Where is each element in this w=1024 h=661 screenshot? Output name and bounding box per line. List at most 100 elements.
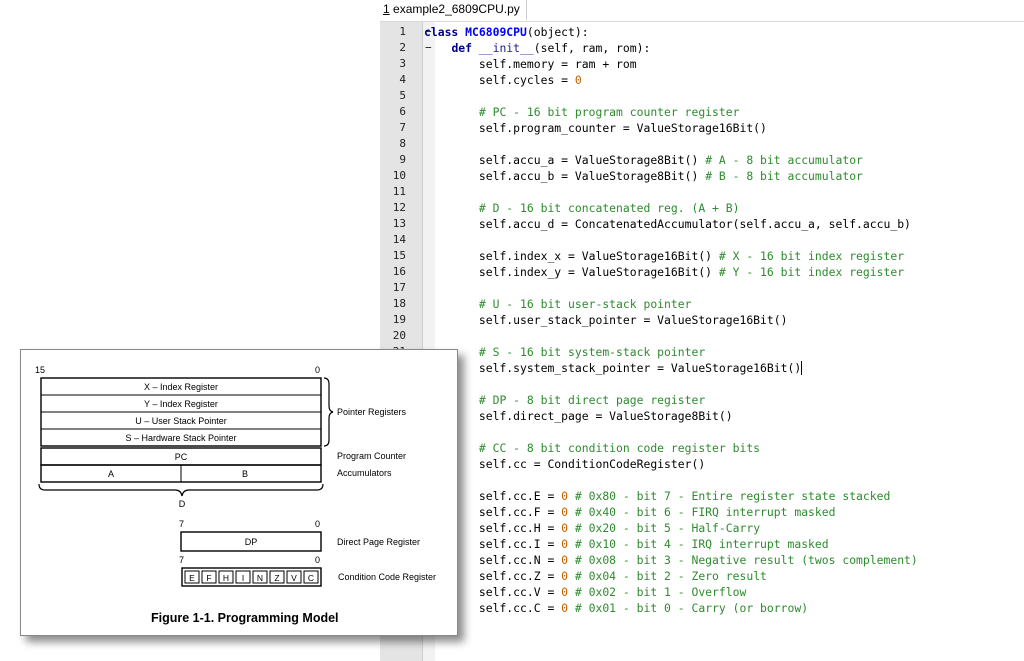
cc-bit-i: I <box>242 573 244 583</box>
code-line-1: class MC6809CPU(object): <box>424 24 589 40</box>
code-line-flag-e: self.cc.E = 0 # 0x80 - bit 7 - Entire re… <box>424 488 890 504</box>
code-line-flag-i: self.cc.I = 0 # 0x10 - bit 4 - IRQ inter… <box>424 536 829 552</box>
line-number: 6 <box>399 105 406 118</box>
code-text: (object): <box>526 25 589 39</box>
pointer-registers-label: Pointer Registers <box>337 407 407 417</box>
programming-model-figure: 15 0 X – Index Register Y – Index Regist… <box>20 349 458 636</box>
file-tab[interactable]: 1 example2_6809CPU.py <box>380 0 527 20</box>
accumulator-a: A <box>108 469 114 479</box>
code-text: self.cc = ConditionCodeRegister() <box>478 457 706 471</box>
cc-bit-e: E <box>189 573 195 583</box>
cc-bit-c: C <box>308 573 314 583</box>
cc-bit-v: V <box>291 573 297 583</box>
code-line-12: # D - 16 bit concatenated reg. (A + B) <box>424 200 740 216</box>
code-line-flag-h: self.cc.H = 0 # 0x20 - bit 5 - Half-Carr… <box>424 520 760 536</box>
cc-bit-boxes <box>181 567 322 587</box>
class-name: MC6809CPU <box>465 25 527 39</box>
line-number: 4 <box>399 73 406 86</box>
code-text: self.accu_a = ValueStorage8Bit() <box>478 153 706 167</box>
number-literal: 0 <box>561 489 569 503</box>
code-text: self.cc.I = <box>478 537 562 551</box>
code-text: self.cc.V = <box>478 585 562 599</box>
accumulator-b: B <box>242 469 248 479</box>
program-counter-label: Program Counter <box>337 451 406 461</box>
code-line-6: # PC - 16 bit program counter register <box>424 104 740 120</box>
function-name: __init__ <box>478 41 534 55</box>
comment: # B - 8 bit accumulator <box>705 169 863 183</box>
line-number: 7 <box>399 121 406 134</box>
code-line-22: self.system_stack_pointer = ValueStorage… <box>424 360 803 376</box>
code-text: self.direct_page = ValueStorage8Bit() <box>478 409 733 423</box>
code-line-18: # U - 16 bit user-stack pointer <box>424 296 692 312</box>
code-text: self.accu_b = ValueStorage8Bit() <box>478 169 706 183</box>
comment: # U - 16 bit user-stack pointer <box>478 297 692 311</box>
code-text: self.cc.E = <box>478 489 562 503</box>
code-line-7: self.program_counter = ValueStorage16Bit… <box>424 120 767 136</box>
code-line-27: # CC - 8 bit condition code register bit… <box>424 440 760 456</box>
code-text: self.cc.C = <box>478 601 562 615</box>
line-number: 13 <box>392 217 406 230</box>
code-text: (self, ram, rom): <box>533 41 651 55</box>
register-s: S – Hardware Stack Pointer <box>125 433 236 443</box>
comment: # 0x01 - bit 0 - Carry (or borrow) <box>568 601 809 615</box>
dp-bit-7-label: 7 <box>179 519 184 529</box>
keyword: def <box>451 41 473 55</box>
code-line-2: def __init__(self, ram, rom): <box>424 40 650 56</box>
line-number: 15 <box>392 249 406 262</box>
code-editor[interactable]: − − class MC6809CPU(object): def __init_… <box>380 22 1024 661</box>
tab-filename: example2_6809CPU.py <box>393 2 520 16</box>
condition-code-label: Condition Code Register <box>338 572 436 582</box>
number-literal: 0 <box>561 569 569 583</box>
comment: # CC - 8 bit condition code register bit… <box>478 441 761 455</box>
cc-bit-f: F <box>206 573 211 583</box>
figure-caption: Figure 1-1. Programming Model <box>151 611 339 625</box>
code-text: self.cc.F = <box>478 505 562 519</box>
cc-bit-h: H <box>223 573 229 583</box>
comment: # 0x80 - bit 7 - Entire register state s… <box>568 489 891 503</box>
code-line-flag-c: self.cc.C = 0 # 0x01 - bit 0 - Carry (or… <box>424 600 808 616</box>
code-line-19: self.user_stack_pointer = ValueStorage16… <box>424 312 788 328</box>
comment: # 0x20 - bit 5 - Half-Carry <box>568 521 761 535</box>
pc-register: PC <box>175 452 188 462</box>
code-text: self.user_stack_pointer = ValueStorage16… <box>478 313 788 327</box>
comment: # PC - 16 bit program counter register <box>478 105 740 119</box>
line-number: 14 <box>392 233 406 246</box>
code-line-flag-z: self.cc.Z = 0 # 0x04 - bit 2 - Zero resu… <box>424 568 767 584</box>
line-number: 19 <box>392 313 406 326</box>
number-literal: 0 <box>561 537 569 551</box>
number-literal: 0 <box>574 73 582 87</box>
register-x: X – Index Register <box>144 382 218 392</box>
dp-bit-0-label: 0 <box>315 519 320 529</box>
line-number: 3 <box>399 57 406 70</box>
code-text: self.program_counter = ValueStorage16Bit… <box>478 121 767 135</box>
register-y: Y – Index Register <box>144 399 218 409</box>
line-number: 20 <box>392 329 406 342</box>
bit-15-label: 15 <box>35 365 45 375</box>
line-number: 5 <box>399 89 406 102</box>
code-line-flag-v: self.cc.V = 0 # 0x02 - bit 1 - Overflow <box>424 584 746 600</box>
line-number: 8 <box>399 137 406 150</box>
tab-bar: 1 example2_6809CPU.py <box>380 0 1024 22</box>
line-number: 2 <box>399 41 406 54</box>
pointer-brace <box>323 377 334 447</box>
code-line-15: self.index_x = ValueStorage16Bit() # X -… <box>424 248 904 264</box>
code-line-13: self.accu_d = ConcatenatedAccumulator(se… <box>424 216 911 232</box>
code-text: self.memory = ram + rom <box>478 57 637 71</box>
dp-register: DP <box>245 537 258 547</box>
cc-bit-0-label: 0 <box>315 555 320 565</box>
code-line-9: self.accu_a = ValueStorage8Bit() # A - 8… <box>424 152 863 168</box>
line-number: 17 <box>392 281 406 294</box>
direct-page-label: Direct Page Register <box>337 537 420 547</box>
number-literal: 0 <box>561 553 569 567</box>
code-line-3: self.memory = ram + rom <box>424 56 637 72</box>
code-line-16: self.index_y = ValueStorage16Bit() # Y -… <box>424 264 904 280</box>
comment: # Y - 16 bit index register <box>718 265 905 279</box>
text-cursor <box>801 361 803 375</box>
comment: # 0x40 - bit 6 - FIRQ interrupt masked <box>568 505 836 519</box>
code-text: self.accu_d = ConcatenatedAccumulator(se… <box>478 217 911 231</box>
comment: # D - 16 bit concatenated reg. (A + B) <box>478 201 740 215</box>
number-literal: 0 <box>561 521 569 535</box>
code-text: self.cc.Z = <box>478 569 562 583</box>
line-number: 12 <box>392 201 406 214</box>
d-brace <box>38 483 324 497</box>
